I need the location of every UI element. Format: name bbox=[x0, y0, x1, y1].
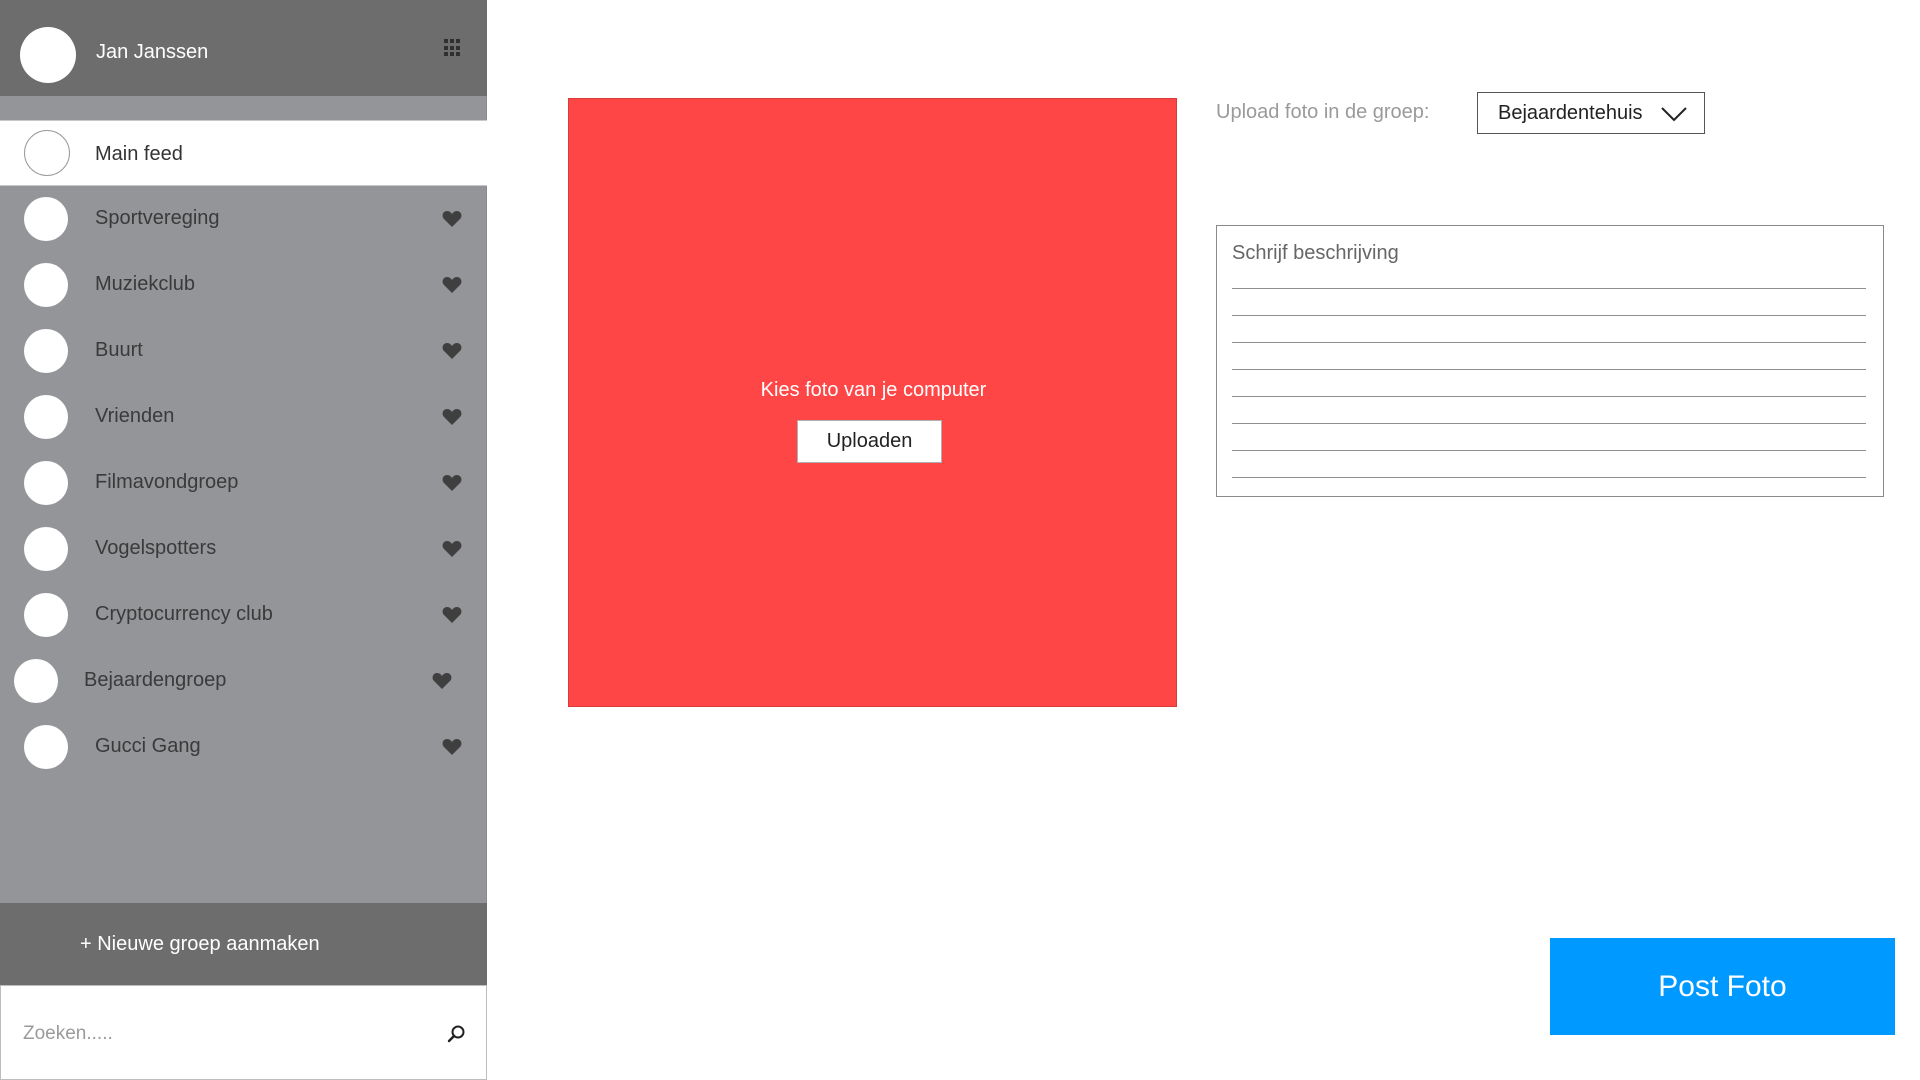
profile-name: Jan Janssen bbox=[96, 41, 209, 63]
group-avatar bbox=[24, 527, 68, 571]
heart-icon[interactable] bbox=[442, 276, 462, 294]
app-window: Jan Janssen Main feed Sportvereging Muzi… bbox=[0, 0, 1920, 1080]
description-line bbox=[1232, 450, 1866, 451]
sidebar-item-label: Cryptocurrency club bbox=[95, 603, 273, 625]
sidebar: Jan Janssen Main feed Sportvereging Muzi… bbox=[0, 0, 487, 1080]
description-line bbox=[1232, 423, 1866, 424]
sidebar-item-gucci-gang[interactable]: Gucci Gang bbox=[0, 714, 487, 780]
heart-icon[interactable] bbox=[442, 210, 462, 228]
group-select-value: Bejaardentehuis bbox=[1498, 102, 1643, 124]
avatar[interactable] bbox=[20, 27, 76, 83]
search-icon[interactable] bbox=[446, 1024, 466, 1044]
chevron-down-icon bbox=[1661, 107, 1687, 122]
group-avatar bbox=[24, 593, 68, 637]
sidebar-item-cryptocurrency-club[interactable]: Cryptocurrency club bbox=[0, 582, 487, 648]
description-line bbox=[1232, 369, 1866, 370]
sidebar-item-label: Bejaardengroep bbox=[84, 669, 227, 691]
description-field[interactable]: Schrijf beschrijving bbox=[1216, 225, 1884, 497]
upload-hint: Kies foto van je computer bbox=[760, 379, 987, 401]
group-avatar bbox=[24, 395, 68, 439]
heart-icon[interactable] bbox=[442, 606, 462, 624]
group-avatar bbox=[24, 130, 70, 176]
group-avatar bbox=[24, 725, 68, 769]
heart-icon[interactable] bbox=[442, 738, 462, 756]
description-line bbox=[1232, 315, 1866, 316]
heart-icon[interactable] bbox=[442, 474, 462, 492]
grid-icon[interactable] bbox=[444, 39, 462, 57]
description-line bbox=[1232, 288, 1866, 289]
group-avatar bbox=[24, 329, 68, 373]
sidebar-item-sportvereging[interactable]: Sportvereging bbox=[0, 186, 487, 252]
sidebar-item-label: Main feed bbox=[95, 143, 183, 165]
new-group-button[interactable]: + Nieuwe groep aanmaken bbox=[0, 903, 487, 985]
description-line bbox=[1232, 396, 1866, 397]
description-line bbox=[1232, 342, 1866, 343]
heart-icon[interactable] bbox=[442, 342, 462, 360]
sidebar-item-label: Sportvereging bbox=[95, 207, 220, 229]
sidebar-item-muziekclub[interactable]: Muziekclub bbox=[0, 252, 487, 318]
sidebar-item-vrienden[interactable]: Vrienden bbox=[0, 384, 487, 450]
heart-icon[interactable] bbox=[442, 408, 462, 426]
post-photo-button[interactable]: Post Foto bbox=[1550, 938, 1895, 1035]
group-avatar bbox=[24, 461, 68, 505]
sidebar-item-label: Vogelspotters bbox=[95, 537, 217, 559]
sidebar-item-label: Filmavondgroep bbox=[95, 471, 239, 493]
sidebar-item-label: Muziekclub bbox=[95, 273, 196, 295]
search-input[interactable] bbox=[11, 1014, 431, 1054]
group-select-label: Upload foto in de groep: bbox=[1216, 101, 1430, 123]
description-placeholder: Schrijf beschrijving bbox=[1232, 242, 1399, 264]
group-select-dropdown[interactable]: Bejaardentehuis bbox=[1477, 92, 1705, 134]
upload-button[interactable]: Uploaden bbox=[797, 420, 942, 463]
group-avatar bbox=[14, 659, 58, 703]
sidebar-item-buurt[interactable]: Buurt bbox=[0, 318, 487, 384]
heart-icon[interactable] bbox=[432, 672, 452, 690]
sidebar-item-label: Vrienden bbox=[95, 405, 175, 427]
group-avatar bbox=[24, 263, 68, 307]
search-box bbox=[0, 985, 487, 1080]
new-group-label: + Nieuwe groep aanmaken bbox=[80, 933, 320, 955]
heart-icon[interactable] bbox=[442, 540, 462, 558]
description-line bbox=[1232, 477, 1866, 478]
profile-header: Jan Janssen bbox=[0, 0, 487, 96]
sidebar-item-label: Gucci Gang bbox=[95, 735, 201, 757]
sidebar-item-filmavondgroep[interactable]: Filmavondgroep bbox=[0, 450, 487, 516]
sidebar-item-bejaardengroep[interactable]: Bejaardengroep bbox=[0, 648, 487, 714]
photo-upload-zone[interactable]: Kies foto van je computer Uploaden bbox=[568, 98, 1177, 707]
sidebar-item-vogelspotters[interactable]: Vogelspotters bbox=[0, 516, 487, 582]
group-list: Main feed Sportvereging Muziekclub Buurt… bbox=[0, 120, 487, 780]
sidebar-item-label: Buurt bbox=[95, 339, 143, 361]
sidebar-item-main-feed[interactable]: Main feed bbox=[0, 120, 487, 186]
group-avatar bbox=[24, 197, 68, 241]
